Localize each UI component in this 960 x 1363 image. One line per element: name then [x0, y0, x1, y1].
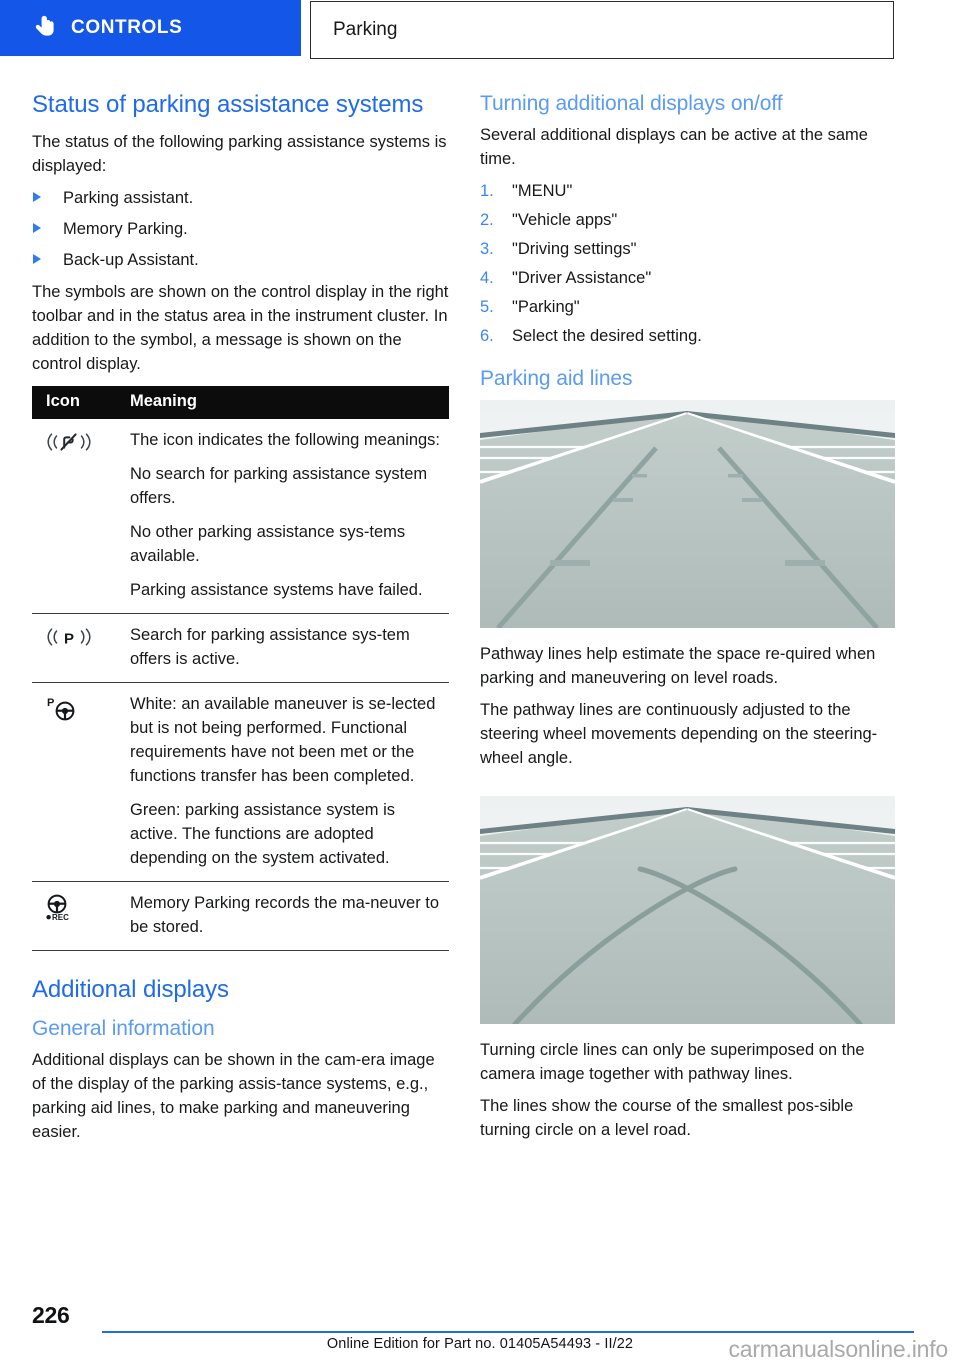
list-item-label: Parking assistant.	[63, 189, 194, 207]
table-row: P White: an available maneuver is se‑lec…	[32, 682, 449, 882]
svg-text:P: P	[64, 631, 74, 648]
table-cell-meaning: Memory Parking records the ma‑neuver to …	[120, 881, 449, 951]
tab-controls[interactable]: CONTROLS	[0, 0, 301, 56]
page-footer: 226 Online Edition for Part no. 01405A54…	[0, 1290, 960, 1362]
meaning-paragraph: White: an available maneuver is se‑lecte…	[130, 695, 436, 785]
parking-steering-wheel-icon: P	[47, 697, 75, 721]
step-number: 3.	[480, 240, 494, 258]
page-number: 226	[32, 1302, 70, 1328]
column-header-icon: Icon	[32, 386, 120, 419]
turning-displays-heading: Turning additional displays on/off	[480, 92, 783, 115]
step-number: 4.	[480, 269, 494, 287]
memory-parking-record-icon: REC	[46, 894, 69, 922]
list-item: Back-up Assistant.	[32, 248, 449, 272]
right-column: Turning additional displays on/off Sever…	[480, 90, 897, 1150]
table-row: REC Memory Parking records the ma‑neuver…	[32, 881, 449, 951]
triangle-bullet-icon	[33, 254, 41, 264]
page-title: Status of parking assistance systems	[32, 91, 424, 118]
list-item: 3. "Driving settings"	[480, 237, 897, 262]
turning-circle-lines-road-illustration	[480, 796, 895, 1024]
step-label: "MENU"	[512, 182, 573, 200]
pathway-lines-figure	[480, 400, 895, 628]
tab-section-parking[interactable]: Parking	[310, 1, 894, 59]
pathway-lines-road-illustration	[480, 400, 895, 628]
table-cell-icon: REC	[32, 881, 120, 951]
table-cell-icon: P	[32, 613, 120, 683]
step-label: "Driver Assistance"	[512, 269, 652, 287]
meaning-paragraph: No other parking assistance sys‑tems ava…	[130, 523, 406, 565]
list-item: 4. "Driver Assistance"	[480, 266, 897, 291]
turning-displays-intro: Several additional displays can be activ…	[480, 126, 868, 168]
list-item-label: Back-up Assistant.	[63, 251, 199, 269]
page-header: CONTROLS Parking	[0, 0, 960, 60]
additional-displays-heading: Additional displays	[32, 976, 229, 1003]
svg-text:REC: REC	[52, 913, 69, 922]
turning-circle-paragraph-2: The lines show the course of the smalles…	[480, 1097, 854, 1139]
list-item: Memory Parking.	[32, 217, 449, 241]
step-number: 1.	[480, 182, 494, 200]
symbols-paragraph: The symbols are shown on the control dis…	[32, 283, 449, 373]
parking-aid-lines-heading: Parking aid lines	[480, 367, 633, 390]
table-row: P Search for parking assistance sys‑tem …	[32, 613, 449, 683]
menu-path-steps: 1. "MENU" 2. "Vehicle apps" 3. "Driving …	[480, 179, 897, 349]
general-information-body: Additional displays can be shown in the …	[32, 1051, 435, 1141]
table-cell-meaning: Search for parking assistance sys‑tem of…	[120, 613, 449, 683]
table-cell-icon: P	[32, 682, 120, 882]
svg-text:P: P	[47, 697, 54, 709]
no-parking-sensor-icon	[47, 433, 91, 451]
step-number: 2.	[480, 211, 494, 229]
list-item-label: Memory Parking.	[63, 220, 188, 238]
intro-paragraph: The status of the following parking assi…	[32, 133, 447, 175]
list-item: Parking assistant.	[32, 186, 449, 210]
assistance-systems-list: Parking assistant. Memory Parking. Back-…	[32, 186, 449, 272]
tab-section-label: Parking	[333, 19, 398, 40]
meaning-paragraph: No search for parking assistance system …	[130, 465, 428, 507]
list-item: 1. "MENU"	[480, 179, 897, 204]
step-number: 6.	[480, 327, 494, 345]
step-label: "Vehicle apps"	[512, 211, 618, 229]
table-header-row: Icon Meaning	[32, 386, 449, 419]
step-label: "Driving settings"	[512, 240, 637, 258]
triangle-bullet-icon	[33, 223, 41, 233]
general-information-heading: General information	[32, 1017, 215, 1040]
icon-meaning-table: Icon Meaning The icon indicates the foll…	[32, 386, 449, 951]
site-watermark: carmanualsonline.info	[728, 1336, 948, 1362]
step-number: 5.	[480, 298, 494, 316]
footer-divider	[102, 1331, 914, 1333]
pathway-paragraph-2: The pathway lines are continuously adjus…	[480, 701, 878, 767]
table-cell-icon	[32, 419, 120, 614]
table-row: The icon indicates the following meaning…	[32, 419, 449, 614]
turning-circle-figure	[480, 796, 895, 1024]
left-column: Status of parking assistance systems The…	[32, 90, 449, 1152]
table-cell-meaning: White: an available maneuver is se‑lecte…	[120, 682, 449, 882]
page-body: Status of parking assistance systems The…	[0, 90, 960, 1270]
pathway-paragraph-1: Pathway lines help estimate the space re…	[480, 645, 876, 687]
meaning-paragraph: Parking assistance systems have failed.	[130, 581, 423, 599]
list-item: 2. "Vehicle apps"	[480, 208, 897, 233]
step-label: "Parking"	[512, 298, 580, 316]
column-header-meaning: Meaning	[120, 386, 449, 419]
triangle-bullet-icon	[33, 192, 41, 202]
hand-pointing-icon	[35, 15, 54, 36]
meaning-paragraph: Green: parking assistance system is acti…	[130, 801, 396, 867]
parking-sensor-search-icon: P	[47, 628, 91, 648]
table-cell-meaning: The icon indicates the following meaning…	[120, 419, 449, 614]
turning-circle-paragraph-1: Turning circle lines can only be superim…	[480, 1041, 865, 1083]
tab-controls-label: CONTROLS	[71, 17, 183, 38]
meaning-paragraph: Search for parking assistance sys‑tem of…	[130, 626, 410, 668]
list-item: 5. "Parking"	[480, 295, 897, 320]
list-item: 6. Select the desired setting.	[480, 324, 897, 349]
meaning-paragraph: Memory Parking records the ma‑neuver to …	[130, 894, 440, 936]
meaning-paragraph: The icon indicates the following meaning…	[130, 431, 441, 449]
step-label: Select the desired setting.	[512, 327, 702, 345]
